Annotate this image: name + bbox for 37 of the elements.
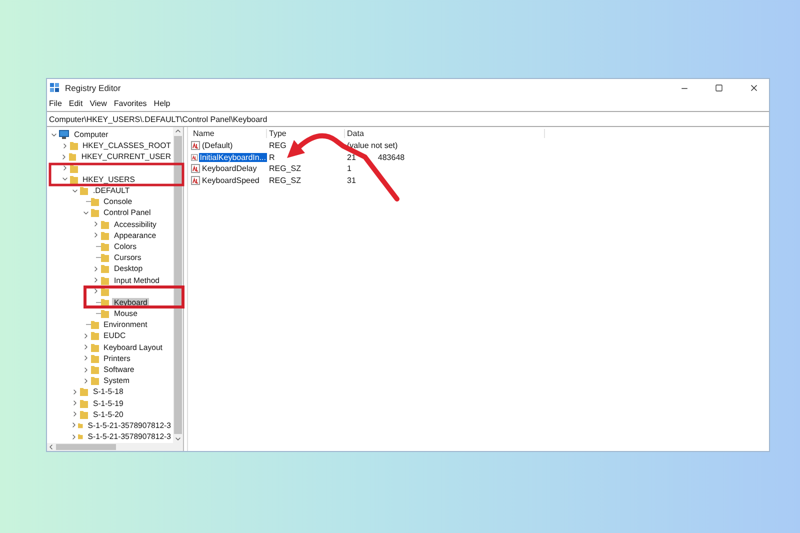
scroll-down-icon[interactable] [174, 435, 182, 443]
column-header[interactable]: Name [191, 129, 267, 138]
column-header[interactable]: Type [267, 129, 345, 138]
vertical-scrollbar[interactable] [173, 127, 183, 443]
string-value-icon [191, 141, 200, 150]
value-name[interactable]: InitialKeyboardIn... [198, 152, 267, 162]
menu-item[interactable]: View [90, 99, 107, 108]
column-header[interactable]: Data [345, 129, 545, 138]
scroll-up-icon[interactable] [174, 127, 182, 135]
scroll-left-icon[interactable] [47, 443, 55, 451]
string-value-icon [191, 176, 200, 185]
menu-item[interactable]: Help [154, 99, 170, 108]
string-value-icon [191, 152, 198, 162]
computer-icon [59, 130, 69, 140]
value-name[interactable]: (Default) [201, 141, 234, 150]
window-title: Registry Editor [65, 83, 122, 93]
menu-item[interactable]: Edit [68, 99, 83, 108]
value-data: 31 [347, 176, 356, 185]
menu-item[interactable]: File [49, 99, 62, 108]
value-data: 21 [347, 152, 356, 162]
horizontal-scrollbar[interactable] [47, 443, 183, 451]
value-data: 1 [347, 164, 352, 174]
value-name[interactable]: KeyboardDelay [201, 164, 258, 174]
square-icon [715, 84, 723, 92]
close-icon [749, 83, 759, 93]
expand-chevron-icon[interactable] [70, 432, 78, 441]
registry-app-icon [50, 83, 60, 93]
address-bar[interactable]: Computer\HKEY_USERS\.DEFAULT\Control Panel\Keyboard [47, 111, 769, 127]
menu-item[interactable]: Favorites [114, 99, 147, 108]
value-type: REG [269, 141, 286, 150]
expand-chevron-icon[interactable] [70, 421, 78, 430]
string-value-icon [191, 164, 200, 174]
value-type: REG_SZ [269, 164, 302, 174]
value-data: 483648 [378, 152, 405, 162]
value-type: REG_SZ [269, 176, 302, 185]
value-type: R [269, 152, 275, 162]
value-name[interactable]: KeyboardSpeed [201, 176, 260, 185]
